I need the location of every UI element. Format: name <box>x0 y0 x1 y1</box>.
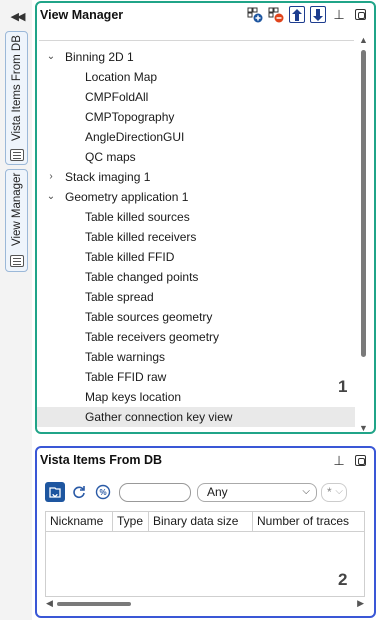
tree-leaf-label: CMPTopography <box>85 110 175 124</box>
chevron-right-icon[interactable]: › <box>45 167 57 187</box>
column-header-number-of-traces[interactable]: Number of traces <box>253 512 364 531</box>
tree-node-stack-imaging[interactable]: › Stack imaging 1 <box>37 167 355 187</box>
tree-node-label: Binning 2D 1 <box>65 50 134 64</box>
tree-leaf-label: Table killed FFID <box>85 250 175 264</box>
search-input[interactable] <box>119 482 191 502</box>
column-header-nickname[interactable]: Nickname <box>46 512 113 531</box>
vertical-scrollbar[interactable]: ▲ ▼ <box>358 31 370 435</box>
tree-leaf[interactable]: Table killed sources <box>37 207 355 227</box>
tree-leaf-label: Location Map <box>85 70 158 84</box>
tree-leaf[interactable]: Table sources geometry <box>37 307 355 327</box>
restore-icon[interactable] <box>352 452 368 469</box>
tree-leaf[interactable]: Location Map <box>37 67 355 87</box>
remove-view-icon[interactable] <box>268 6 284 23</box>
tree-leaf[interactable]: CMPFoldAll <box>37 87 355 107</box>
scroll-thumb[interactable] <box>57 602 131 606</box>
pin-icon[interactable]: ⊥ <box>331 6 347 23</box>
tree-leaf-label: Table changed points <box>85 270 199 284</box>
scroll-down-icon[interactable]: ▼ <box>359 423 368 433</box>
side-dock-strip: ◀◀ Vista Items From DB View Manager <box>0 0 32 620</box>
tab-vista-items-from-db[interactable]: Vista Items From DB <box>5 31 28 165</box>
tree-leaf-label: AngleDirectionGUI <box>85 130 185 144</box>
tree-leaf-label: Table killed receivers <box>85 230 197 244</box>
tree-leaf-label: CMPFoldAll <box>85 90 149 104</box>
tree-leaf-label: Map keys location <box>85 390 182 404</box>
add-view-icon[interactable] <box>247 6 263 23</box>
wildcard-select[interactable]: * ⌵ <box>321 482 347 502</box>
sync-database-icon[interactable] <box>45 482 65 502</box>
scroll-thumb[interactable] <box>361 50 366 357</box>
tree-leaf[interactable]: Table warnings <box>37 347 355 367</box>
filter-type-select[interactable]: Any ⌵ <box>197 482 317 502</box>
tree-node-geometry-application[interactable]: ⌄ Geometry application 1 <box>37 187 355 207</box>
tree-leaf[interactable]: Table killed receivers <box>37 227 355 247</box>
chevron-down-icon: ⌵ <box>335 485 343 497</box>
chevron-down-icon: ⌵ <box>302 485 310 497</box>
windows-icon <box>10 255 24 267</box>
column-header-binary-size[interactable]: Binary data size <box>149 512 253 531</box>
collapse-icon[interactable]: ◀◀ <box>6 9 28 25</box>
filter-type-value: Any <box>207 485 228 499</box>
panel-marker: 2 <box>338 570 348 589</box>
tree-node-label: Geometry application 1 <box>65 190 189 204</box>
tree-leaf[interactable]: Map keys location <box>37 387 355 407</box>
tree-leaf-label: Gather connection key view <box>85 410 233 424</box>
tree-leaf-selected[interactable]: Gather connection key view <box>37 407 355 427</box>
tree-leaf[interactable]: Table changed points <box>37 267 355 287</box>
table-header: Nickname Type Binary data size Number of… <box>46 512 364 532</box>
panel-title: View Manager <box>40 8 124 22</box>
scroll-right-icon[interactable]: ▶ <box>357 598 364 609</box>
tree-leaf[interactable]: Table killed FFID <box>37 247 355 267</box>
tree-leaf-label: Table spread <box>85 290 154 304</box>
tree-leaf[interactable]: Table receivers geometry <box>37 327 355 347</box>
tree-leaf-label: Table receivers geometry <box>85 330 220 344</box>
chevron-down-icon[interactable]: ⌄ <box>45 47 57 67</box>
tree-leaf-label: Table warnings <box>85 350 166 364</box>
scroll-left-icon[interactable]: ◀ <box>46 598 53 609</box>
view-manager-panel: View Manager ⊥ ⌄ Binning 2D 1 Location M… <box>35 1 376 434</box>
tree-leaf-label: Table sources geometry <box>85 310 213 324</box>
tree-node-label: Stack imaging 1 <box>65 170 151 184</box>
panel-marker: 1 <box>338 377 348 396</box>
database-icon <box>10 149 24 161</box>
chevron-down-icon[interactable]: ⌄ <box>45 187 57 207</box>
db-items-table: Nickname Type Binary data size Number of… <box>45 511 365 597</box>
tree-leaf-label: Table FFID raw <box>85 370 167 384</box>
view-tree: ⌄ Binning 2D 1 Location Map CMPFoldAll CM… <box>37 47 355 427</box>
move-down-icon[interactable] <box>310 6 326 23</box>
column-header-type[interactable]: Type <box>113 512 149 531</box>
tab-view-manager-label: View Manager <box>11 173 23 247</box>
wildcard-value: * <box>327 485 332 499</box>
tab-vista-items-label: Vista Items From DB <box>11 35 23 141</box>
vista-items-toolbar: % Any ⌵ * ⌵ <box>45 481 368 503</box>
tree-leaf[interactable]: AngleDirectionGUI <box>37 127 355 147</box>
tree-leaf[interactable]: Table spread <box>37 287 355 307</box>
tree-leaf[interactable]: QC maps <box>37 147 355 167</box>
percent-filter-icon[interactable]: % <box>93 482 113 502</box>
tab-view-manager[interactable]: View Manager <box>5 169 28 272</box>
vista-items-title-controls: ⊥ <box>331 452 368 469</box>
move-up-icon[interactable] <box>289 6 305 23</box>
refresh-icon[interactable] <box>69 482 89 502</box>
restore-icon[interactable] <box>352 6 368 23</box>
tree-leaf-label: Table killed sources <box>85 210 190 224</box>
pin-icon[interactable]: ⊥ <box>331 452 347 469</box>
view-manager-toolbar: ⊥ <box>247 6 368 23</box>
tree-leaf-label: QC maps <box>85 150 136 164</box>
svg-text:%: % <box>99 488 106 497</box>
tree-leaf[interactable]: CMPTopography <box>37 107 355 127</box>
tree-leaf[interactable]: Table FFID raw <box>37 367 355 387</box>
tree-node-binning-2d[interactable]: ⌄ Binning 2D 1 <box>37 47 355 67</box>
divider <box>39 40 354 41</box>
vista-items-panel: Vista Items From DB ⊥ % Any ⌵ * ⌵ Nickna… <box>35 446 376 618</box>
scroll-up-icon[interactable]: ▲ <box>359 35 368 45</box>
horizontal-scrollbar[interactable]: ◀ ▶ <box>45 598 365 610</box>
panel-title: Vista Items From DB <box>40 453 163 467</box>
